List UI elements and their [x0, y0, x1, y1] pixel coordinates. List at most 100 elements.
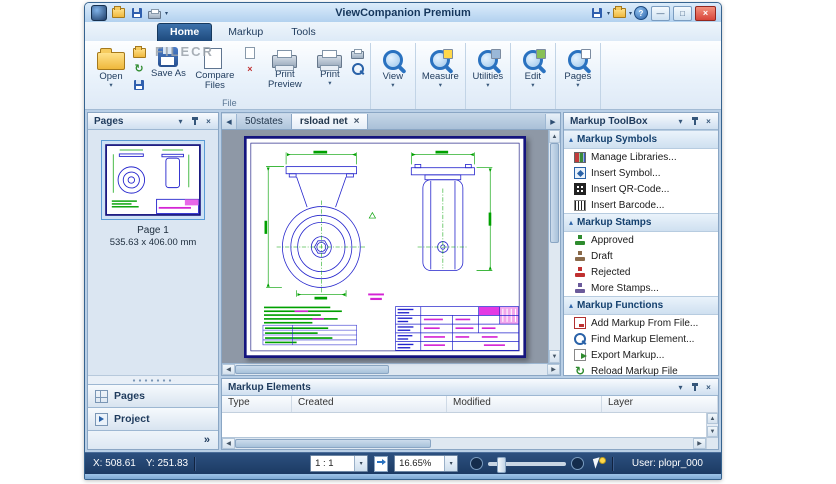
pages-pin-icon[interactable] [188, 115, 201, 127]
quick-print-button[interactable] [147, 6, 162, 20]
elements-horizontal-scrollbar[interactable]: ◀ ▶ [222, 437, 706, 449]
scroll-left-arrow-icon[interactable]: ◀ [222, 364, 235, 375]
toolbox-item-reload-markup[interactable]: ↻ Reload Markup File [564, 363, 718, 379]
drawing-viewport[interactable] [222, 130, 548, 363]
column-modified[interactable]: Modified [447, 396, 602, 412]
toolbox-item-insert-symbol[interactable]: Insert Symbol... [564, 165, 718, 181]
print-preview-button[interactable]: Print Preview [259, 43, 311, 97]
toolbox-item-manage-libraries[interactable]: Manage Libraries... [564, 149, 718, 165]
column-created[interactable]: Created [292, 396, 447, 412]
maximize-button[interactable]: □ [673, 5, 692, 21]
print-button[interactable]: Print ▾ [311, 43, 349, 97]
app-logo-icon[interactable] [91, 5, 107, 21]
export-chevron-down-icon[interactable]: ▾ [607, 10, 610, 17]
tab-scroll-right[interactable]: ▶ [545, 114, 560, 129]
close-file-button[interactable]: × [242, 62, 258, 76]
preview-small-button[interactable] [350, 62, 366, 76]
zoom-slider[interactable] [488, 456, 567, 473]
export-button[interactable] [590, 6, 605, 20]
toolbox-item-export-markup[interactable]: Export Markup... [564, 347, 718, 363]
vertical-scroll-thumb[interactable] [550, 143, 559, 243]
zoom-in-button[interactable] [571, 457, 585, 470]
project-icon [95, 412, 108, 426]
pointer-tool-icon[interactable] [592, 456, 607, 471]
scroll-down-icon[interactable]: ▼ [549, 350, 560, 363]
measure-button[interactable]: Measure ▾ [419, 43, 462, 97]
tab-home[interactable]: Home [157, 23, 213, 41]
doc-tab-50states[interactable]: 50states [237, 114, 292, 129]
elements-scroll-up-icon[interactable]: ▲ [707, 413, 718, 424]
zoom-out-button[interactable] [470, 457, 484, 470]
toolbox-pin-icon[interactable] [688, 115, 701, 127]
close-button[interactable]: × [695, 5, 716, 21]
elements-scroll-down-icon[interactable]: ▼ [707, 426, 718, 437]
tab-scroll-left[interactable]: ◀ [222, 114, 237, 129]
help-icon[interactable]: ? [634, 6, 648, 20]
sidebar-item-pages[interactable]: Pages [88, 384, 218, 407]
elements-scroll-thumb[interactable] [235, 439, 431, 448]
section-markup-stamps[interactable]: ▴ Markup Stamps [564, 213, 718, 232]
toolbox-item-insert-qr[interactable]: Insert QR-Code... [564, 181, 718, 197]
toolbox-item-draft[interactable]: Draft [564, 248, 718, 264]
quick-open-button[interactable] [111, 6, 126, 20]
doc-tab-rsload[interactable]: rsload net × [291, 114, 369, 129]
splitter-handle[interactable] [88, 375, 218, 384]
symbol-icon [574, 167, 586, 179]
elements-pin-icon[interactable] [688, 381, 701, 393]
reload-file-button[interactable]: ↻ [131, 62, 147, 76]
recent-chevron-down-icon[interactable]: ▾ [629, 10, 632, 17]
scroll-right-arrow-icon[interactable]: ▶ [547, 364, 560, 375]
toolbox-item-more-stamps[interactable]: More Stamps... [564, 280, 718, 296]
view-button[interactable]: View ▾ [374, 43, 412, 97]
print-small-button[interactable] [350, 46, 366, 60]
ratio-chevron-down-icon: ▾ [354, 456, 368, 471]
elements-close-icon[interactable]: × [702, 381, 715, 393]
page-thumbnail[interactable] [101, 140, 205, 220]
fit-page-icon[interactable] [374, 455, 389, 472]
toolbox-item-insert-barcode[interactable]: Insert Barcode... [564, 197, 718, 213]
qat-chevron-down-icon[interactable]: ▾ [165, 10, 168, 17]
zoom-level-select[interactable]: 16.65% ▾ [394, 455, 459, 472]
elements-chevron-menu-icon[interactable]: ▾ [674, 381, 687, 393]
open-button[interactable]: Open ▾ [92, 43, 130, 97]
toolbox-item-rejected[interactable]: Rejected [564, 264, 718, 280]
horizontal-scrollbar[interactable]: ◀ ▶ [222, 363, 560, 375]
tab-close-icon[interactable]: × [354, 116, 360, 127]
toolbox-item-add-markup-file[interactable]: Add Markup From File... [564, 315, 718, 331]
toolbox-close-icon[interactable]: × [702, 115, 715, 127]
elements-scroll-right-icon[interactable]: ▶ [693, 438, 706, 449]
cad-drawing-page [244, 135, 526, 358]
pages-chevron-menu-icon[interactable]: ▾ [174, 115, 187, 127]
sidebar-item-project[interactable]: Project [88, 407, 218, 430]
elements-list[interactable] [222, 413, 706, 437]
open-small-button[interactable] [131, 46, 147, 60]
elements-scroll-left-icon[interactable]: ◀ [222, 438, 235, 449]
save-small-button[interactable] [131, 78, 147, 92]
document-icon [244, 47, 255, 59]
column-layer[interactable]: Layer [602, 396, 718, 412]
maximize-icon: □ [680, 8, 685, 18]
scale-ratio-select[interactable]: 1 : 1 ▾ [310, 455, 369, 472]
elements-vertical-scrollbar[interactable]: ▲ ▼ [706, 413, 718, 437]
tab-tools[interactable]: Tools [279, 24, 328, 41]
scroll-up-icon[interactable]: ▲ [549, 130, 560, 143]
collapse-chevrons-icon[interactable]: » [204, 434, 210, 446]
pages-close-icon[interactable]: × [202, 115, 215, 127]
toolbox-item-approved[interactable]: Approved [564, 232, 718, 248]
open-recent-button[interactable] [612, 6, 627, 20]
column-type[interactable]: Type [222, 396, 292, 412]
quick-save-button[interactable] [129, 6, 144, 20]
edit-button[interactable]: Edit ▾ [514, 43, 552, 97]
section-markup-functions[interactable]: ▴ Markup Functions [564, 296, 718, 315]
minimize-button[interactable]: — [651, 5, 670, 21]
vertical-scrollbar[interactable]: ▲ ▼ [548, 130, 560, 363]
toolbox-item-find-markup[interactable]: Find Markup Element... [564, 331, 718, 347]
utilities-button[interactable]: Utilities ▾ [469, 43, 507, 97]
tab-markup[interactable]: Markup [216, 24, 275, 41]
new-doc-button[interactable] [242, 46, 258, 60]
toolbox-chevron-menu-icon[interactable]: ▾ [674, 115, 687, 127]
section-markup-symbols[interactable]: ▴ Markup Symbols [564, 130, 718, 149]
zoom-slider-thumb[interactable] [497, 456, 507, 473]
horizontal-scroll-thumb[interactable] [235, 365, 390, 374]
pages-button[interactable]: Pages ▾ [559, 43, 597, 97]
